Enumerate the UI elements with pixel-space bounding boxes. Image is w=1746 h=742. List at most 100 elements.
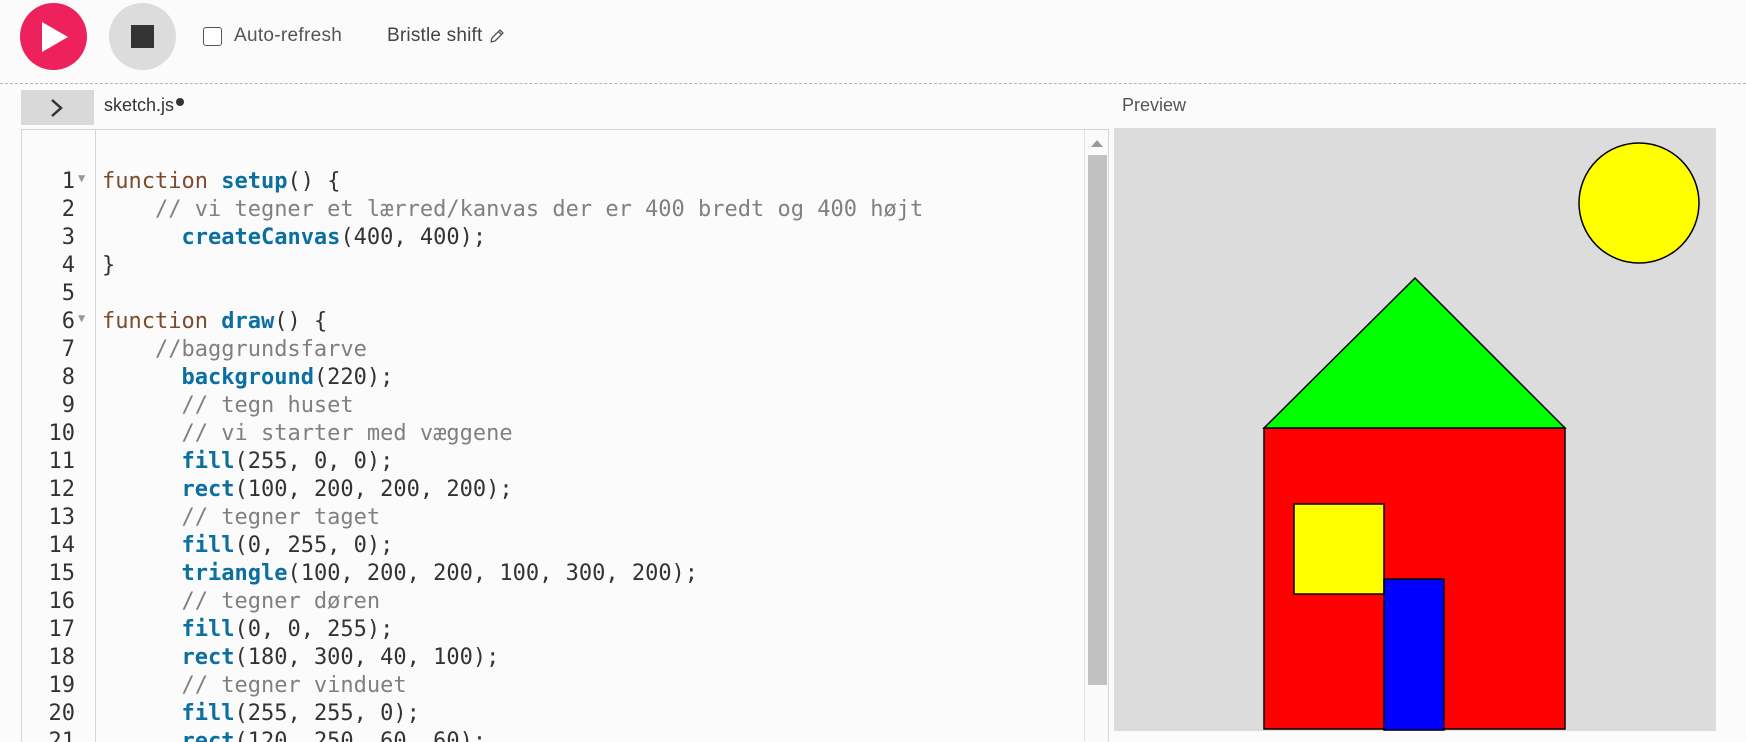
auto-refresh-toggle[interactable]: Auto-refresh [203, 24, 342, 48]
code-token: (120, 250, 60, 60); [234, 729, 487, 742]
sidebar-toggle-button[interactable] [21, 90, 94, 125]
code-line[interactable]: 15 triangle(100, 200, 200, 100, 300, 200… [22, 560, 1082, 588]
code-line[interactable]: 3 createCanvas(400, 400); [22, 224, 1082, 252]
code-token: (0, 0, 255); [234, 617, 394, 642]
code-line[interactable]: 4} [22, 252, 1082, 280]
code-text: function draw() { [102, 308, 327, 336]
line-number: 14 [48, 533, 76, 558]
code-token: () { [287, 169, 341, 194]
code-function: fill [181, 449, 235, 474]
line-number: 17 [48, 617, 76, 642]
code-line[interactable]: 10 // vi starter med væggene [22, 420, 1082, 448]
code-line[interactable]: 6 ▼ function draw() { [22, 308, 1082, 336]
code-keyword: function [102, 309, 222, 334]
code-text: fill(255, 255, 0); [102, 700, 420, 728]
unsaved-indicator-icon [176, 98, 185, 106]
line-number: 8 [61, 365, 75, 390]
code-comment: // tegn huset [181, 393, 354, 418]
code-text: fill(255, 0, 0); [102, 448, 393, 476]
code-line[interactable]: 9 // tegn huset [22, 392, 1082, 420]
code-line[interactable]: 19 // tegner vinduet [22, 672, 1082, 700]
code-comment: //baggrundsfarve [154, 337, 367, 362]
code-line[interactable]: 7 //baggrundsfarve [22, 336, 1082, 364]
code-text: rect(120, 250, 60, 60); [102, 728, 486, 742]
code-line[interactable]: 12 rect(100, 200, 200, 200); [22, 476, 1082, 504]
line-number: 18 [48, 645, 76, 670]
code-function: fill [181, 533, 235, 558]
code-function: fill [181, 617, 235, 642]
code-token: (255, 255, 0); [234, 701, 420, 726]
code-function: setup [221, 169, 288, 194]
line-number: 7 [61, 337, 75, 362]
fold-arrow-icon[interactable]: ▼ [78, 311, 85, 325]
code-keyword: function [102, 169, 222, 194]
code-line[interactable]: 14 fill(0, 255, 0); [22, 532, 1082, 560]
fold-arrow-icon[interactable]: ▼ [78, 171, 85, 185]
pencil-icon[interactable] [489, 28, 505, 44]
code-text: background(220); [102, 364, 393, 392]
code-line[interactable]: 16 // tegner døren [22, 588, 1082, 616]
play-button[interactable] [20, 3, 87, 70]
chevron-right-icon [51, 99, 63, 117]
code-token: (220); [313, 365, 394, 390]
code-line[interactable]: 11 fill(255, 0, 0); [22, 448, 1082, 476]
code-token: (0, 255, 0); [234, 533, 394, 558]
code-text: triangle(100, 200, 200, 100, 300, 200); [102, 560, 698, 588]
code-text: function setup() { [102, 168, 340, 196]
toolbar: Auto-refresh Bristle shift [0, 0, 1746, 84]
code-comment: // tegner vinduet [181, 673, 407, 698]
line-number: 2 [61, 197, 75, 222]
code-token: () { [274, 309, 328, 334]
code-line[interactable]: 8 background(220); [22, 364, 1082, 392]
project-name-label: Bristle shift [387, 25, 483, 46]
auto-refresh-checkbox[interactable] [203, 26, 222, 46]
code-area[interactable]: 1 ▼ function setup() {2 // vi tegner et læ… [22, 168, 1082, 742]
line-number: 9 [61, 393, 75, 418]
line-number: 5 [61, 281, 75, 306]
code-token: (255, 0, 0); [234, 449, 394, 474]
line-number: 1 [61, 169, 75, 194]
code-line[interactable]: 1 ▼ function setup() { [22, 168, 1082, 196]
stop-button[interactable] [109, 3, 176, 70]
code-line[interactable]: 18 rect(180, 300, 40, 100); [22, 644, 1082, 672]
code-line[interactable]: 2 // vi tegner et lærred/kanvas der er 4… [22, 196, 1082, 224]
code-function: rect [181, 729, 235, 742]
code-function: draw [221, 309, 275, 334]
code-line[interactable]: 21 rect(120, 250, 60, 60); [22, 728, 1082, 742]
code-function: createCanvas [181, 225, 341, 250]
code-line[interactable]: 20 fill(255, 255, 0); [22, 700, 1082, 728]
scroll-up-icon[interactable] [1091, 140, 1103, 147]
editor-scrollbar[interactable] [1084, 130, 1108, 742]
code-comment: // tegner taget [181, 505, 381, 530]
code-text: // vi starter med væggene [102, 420, 512, 448]
preview-canvas[interactable] [1114, 128, 1716, 731]
code-text: // tegn huset [102, 392, 354, 420]
code-line[interactable]: 13 // tegner taget [22, 504, 1082, 532]
code-line[interactable]: 5 [22, 280, 1082, 308]
line-number: 20 [48, 701, 76, 726]
auto-refresh-label: Auto-refresh [234, 25, 343, 46]
code-function: background [181, 365, 314, 390]
code-editor[interactable]: 1 ▼ function setup() {2 // vi tegner et læ… [21, 129, 1109, 742]
door-shape [1383, 578, 1445, 731]
code-text: // tegner vinduet [102, 672, 407, 700]
line-number: 12 [48, 477, 76, 502]
file-tab-sketch[interactable]: sketch.js [104, 95, 185, 119]
window-shape [1293, 503, 1385, 595]
code-line[interactable]: 17 fill(0, 0, 255); [22, 616, 1082, 644]
project-name[interactable]: Bristle shift [387, 24, 505, 48]
code-function: triangle [181, 561, 288, 586]
scroll-thumb[interactable] [1088, 155, 1107, 685]
code-token: (400, 400); [340, 225, 487, 250]
code-function: rect [181, 477, 235, 502]
play-icon [42, 22, 68, 52]
